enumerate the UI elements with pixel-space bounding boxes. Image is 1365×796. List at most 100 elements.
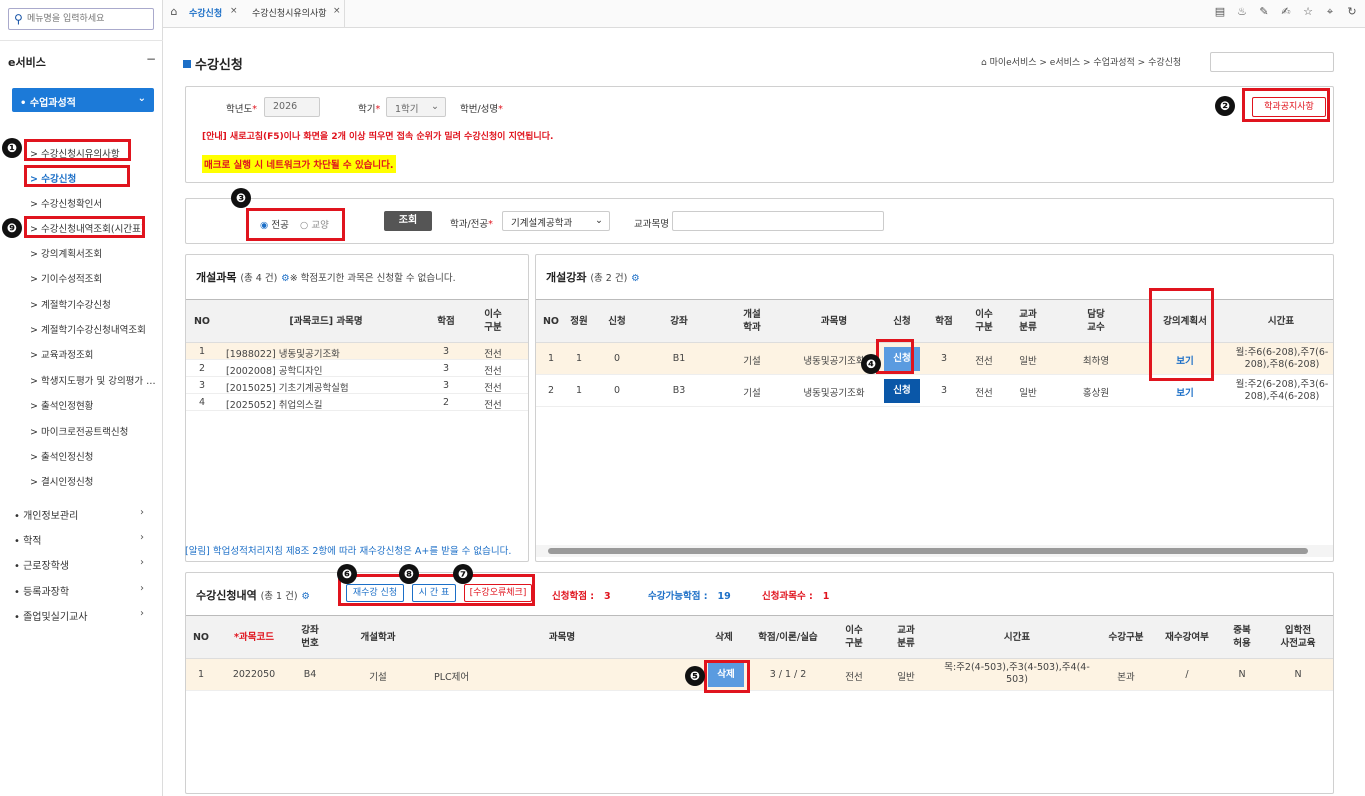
sidebar-item-label: • 등록과장학 (14, 587, 70, 598)
menu-search[interactable]: ⚲ (8, 8, 154, 30)
sidebar-item-tuition[interactable]: • 등록과장학 › (14, 583, 144, 598)
table-row[interactable]: 1 2022050 B4 기설 PLC제어 삭제 3 / 1 / 2 전선 일반 목:주2(4-5… (186, 659, 1333, 691)
close-icon[interactable]: × (230, 6, 238, 16)
sidebar-item-academic[interactable]: • 학적 › (14, 532, 144, 547)
search-button[interactable]: 조회 (384, 211, 432, 231)
breadcrumb-input[interactable] (1210, 52, 1334, 72)
annotation-badge-4: ❹ (861, 354, 881, 374)
collapse-toggle[interactable]: − (146, 52, 156, 66)
apply-button[interactable]: 신청 (884, 379, 920, 403)
open-courses-header: NO [과목코드] 과목명 학점 이수 구분 (186, 299, 528, 343)
cell-credit: 3 (442, 346, 450, 357)
term-select[interactable]: 1학기 ⌄ (386, 97, 446, 117)
annotation-badge-7: ❼ (453, 564, 473, 584)
table-row[interactable]: 3 [2015025] 기초기계공학실험 3 전선 (186, 377, 528, 394)
sidebar-item-season-history[interactable]: > 계절학기수강신청내역조회 (30, 322, 146, 336)
sidebar-item-attendance-apply[interactable]: > 출석인정신청 (30, 449, 93, 463)
chevron-right-icon: › (140, 532, 144, 543)
syllabus-link[interactable]: 보기 (1150, 385, 1220, 399)
fullscreen-icon[interactable]: ⌖ (1323, 5, 1337, 19)
course-name-input[interactable] (672, 211, 884, 231)
table-row[interactable]: 2 1 0 B3 기설 냉동및공기조화 신청 3 전선 일반 홍상원 보기 월:주2(6-208),주3… (536, 375, 1333, 407)
sidebar-item-work-scholar[interactable]: • 근로장학생 › (14, 557, 144, 572)
cell-pre: N (1294, 669, 1302, 680)
col-course: [과목코드] 과목명 (289, 316, 363, 327)
cell-no: 3 (198, 380, 206, 391)
sidebar-item-label: • 근로장학생 (14, 561, 70, 572)
term-label: 학기* (358, 104, 381, 115)
gear-icon: ⚙ (301, 591, 310, 602)
highlight-box-2 (1242, 88, 1330, 122)
highlight-box-buttons (338, 574, 535, 606)
sections-panel: 개설강좌 (총 2 건) ⚙ NO 정원 신청 강좌 개설 학과 과목명 신청 … (535, 254, 1334, 562)
sidebar-item-curriculum[interactable]: > 교육과정조회 (30, 347, 93, 361)
tab-registration[interactable]: 수강신청 (189, 6, 222, 19)
tab-notice[interactable]: 수강신청시유의사항 (252, 6, 327, 19)
sidebar-item-confirmation[interactable]: > 수강신청확인서 (30, 196, 102, 210)
cell-course: [1988022] 냉동및공기조화 (226, 349, 340, 360)
cell-no: 4 (198, 397, 206, 408)
star-icon[interactable]: ☆ (1301, 5, 1315, 19)
cell-capacity: 1 (575, 385, 583, 396)
chevron-right-icon: › (140, 557, 144, 568)
cell-timetable: 월:주2(6-208),주3(6-208),주4(6-208) (1235, 379, 1329, 402)
sidebar-item-graduation[interactable]: • 졸업및실기교사 › (14, 608, 144, 623)
gear-icon: ⚙ (631, 273, 640, 284)
scroll-thumb[interactable] (548, 548, 1308, 554)
sidebar-item-absence-apply[interactable]: > 결시인정신청 (30, 474, 93, 488)
table-row[interactable]: 2 [2002008] 공학디자인 3 전선 (186, 360, 528, 377)
cell-applied: 0 (613, 353, 621, 364)
home-icon[interactable]: ⌂ (981, 58, 990, 68)
cell-type: 전선 (845, 672, 863, 683)
bell-icon[interactable]: ♨ (1235, 5, 1249, 19)
alert-text: [알림] 학업성적처리지침 제8조 2항에 따라 재수강신청은 A+를 받을 수… (185, 546, 512, 557)
sidebar-item-attendance[interactable]: > 출석인정현황 (30, 398, 93, 412)
menu-search-input[interactable] (27, 11, 147, 27)
warning-text: [안내] 새로고침(F5)이나 화면을 2개 이상 띄우면 접속 순위가 밀려 … (202, 132, 554, 142)
year-label: 학년도* (226, 104, 257, 115)
col-credit: 학점 (437, 316, 455, 327)
sidebar-item-syllabus[interactable]: > 강의계획서조회 (30, 246, 102, 260)
search-panel: ◉ 전공 ○ 교양 조회 학과/전공* 기계설계공학과 ⌄ 교과목명 (185, 198, 1334, 244)
cell-credit: 3 (442, 363, 450, 374)
cell-credits: 3 / 1 / 2 (769, 669, 807, 680)
highlight-box-syllabus (1149, 288, 1214, 381)
table-row[interactable]: 4 [2025052] 취업의스킬 2 전선 (186, 394, 528, 411)
cell-capacity: 1 (575, 353, 583, 364)
edit-icon[interactable]: ✎ (1257, 5, 1271, 19)
cell-course: PLC제어 (434, 672, 470, 683)
cell-professor: 홍상원 (1082, 388, 1110, 399)
year-field[interactable]: 2026 (264, 97, 320, 117)
cell-no: 2 (547, 385, 555, 396)
applied-credit: 신청학점 : 3 (552, 591, 611, 602)
tab-bar: ⌂ 수강신청 × 수강신청시유의사항 × ▤ ♨ ✎ ✍ ☆ ⌖ ↻ (163, 0, 1365, 28)
print-icon[interactable]: ▤ (1213, 5, 1227, 19)
sections-title: 개설강좌 (총 2 건) ⚙ (546, 271, 640, 284)
sidebar-item-season[interactable]: > 계절학기수강신청 (30, 297, 111, 311)
title-marker-icon (183, 60, 191, 68)
col-no: NO (193, 316, 211, 327)
memo-icon[interactable]: ✍ (1279, 5, 1293, 19)
sidebar-item-grades[interactable]: > 기이수성적조회 (30, 271, 102, 285)
sidebar-item-personal[interactable]: • 개인정보관리 › (14, 507, 144, 522)
sidebar: ⚲ e서비스 − • 수업과성적 ⌄ > 수강신청시유의사항 > 수강신청 > … (0, 0, 163, 796)
table-row[interactable]: 1 [1988022] 냉동및공기조화 3 전선 (186, 343, 528, 360)
annotation-badge-2: ❷ (1215, 96, 1235, 116)
cell-retake: / (1185, 669, 1189, 680)
course-name-label: 교과목명 (634, 219, 669, 230)
sidebar-item-micro-track[interactable]: > 마이크로전공트랙신청 (30, 424, 128, 438)
chevron-down-icon: ⌄ (595, 215, 603, 226)
cell-timetable: 월:주6(6-208),주7(6-208),주8(6-208) (1235, 347, 1329, 370)
home-icon[interactable]: ⌂ (167, 5, 181, 19)
cell-applied: 0 (613, 385, 621, 396)
search-icon: ⚲ (14, 12, 23, 26)
menu-group-class-grades[interactable]: • 수업과성적 ⌄ (12, 88, 154, 112)
highlight-box-5 (704, 660, 750, 693)
dept-select[interactable]: 기계설계공학과 ⌄ (502, 211, 610, 231)
sidebar-item-evaluation[interactable]: > 학생지도평가 및 강의평가 … (30, 373, 156, 387)
refresh-icon[interactable]: ↻ (1345, 5, 1359, 19)
highlight-box-3 (246, 208, 345, 241)
close-icon[interactable]: × (333, 6, 341, 16)
annotation-badge-5: ❺ (685, 666, 705, 686)
table-row[interactable]: 1 1 0 B1 기설 냉동및공기조화 신청 3 전선 일반 최하영 보기 월:주6(6-208),주7… (536, 343, 1333, 375)
